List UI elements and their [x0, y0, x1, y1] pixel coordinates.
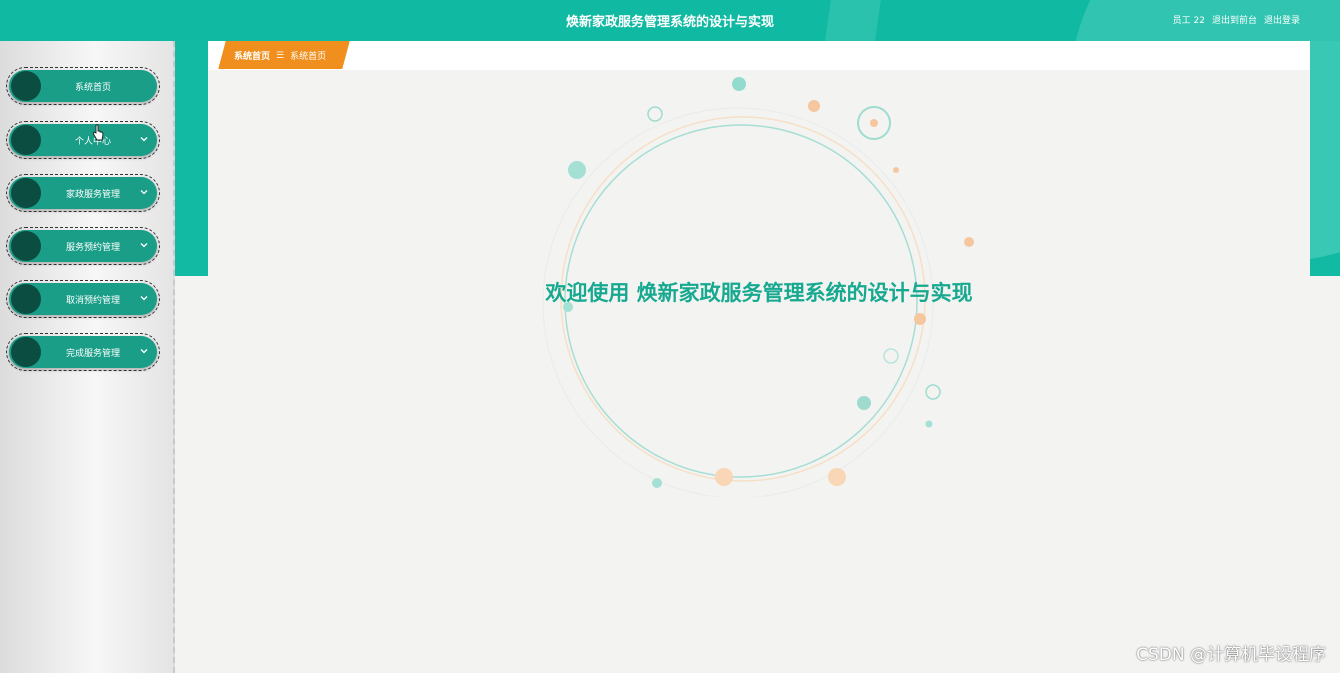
- menu-knob-icon: [11, 125, 41, 155]
- current-user: 员工 22: [1172, 16, 1205, 26]
- logout-link[interactable]: 退出登录: [1264, 13, 1300, 26]
- menu-knob-icon: [11, 71, 41, 101]
- sidebar-item-housekeeping-service[interactable]: 家政服务管理: [6, 174, 160, 212]
- sidebar-item-personal-center[interactable]: 个人中心: [6, 121, 160, 159]
- hand-cursor-icon: [93, 124, 104, 141]
- back-to-frontend-link[interactable]: 退出到前台: [1212, 13, 1257, 26]
- menu-knob-icon: [11, 284, 41, 314]
- sidebar-item-completed-service[interactable]: 完成服务管理: [6, 333, 160, 371]
- breadcrumb-separator-icon: ☰: [276, 50, 285, 61]
- chevron-down-icon: [140, 349, 148, 354]
- menu-knob-icon: [11, 178, 41, 208]
- sidebar-item-label: 系统首页: [74, 82, 111, 93]
- chevron-down-icon: [140, 243, 148, 248]
- sidebar-item-service-booking[interactable]: 服务预约管理: [6, 227, 160, 265]
- sidebar-item-cancel-booking[interactable]: 取消预约管理: [6, 280, 160, 318]
- app-title: 焕新家政服务管理系统的设计与实现: [565, 15, 774, 30]
- main-content: 系统首页 ☰ 系统首页 欢迎使用 焕新家政服务管理系统的设计与实现: [208, 41, 1310, 673]
- chevron-down-icon: [140, 296, 148, 301]
- chevron-down-icon: [140, 137, 148, 142]
- chevron-down-icon: [140, 190, 148, 195]
- watermark: CSDN @计算机毕设程序: [1136, 645, 1326, 665]
- breadcrumb-home-link[interactable]: 系统首页: [234, 49, 270, 62]
- menu-knob-icon: [11, 337, 41, 367]
- breadcrumb-current: 系统首页: [290, 52, 327, 62]
- menu-knob-icon: [11, 231, 41, 261]
- sidebar-item-label: 家政服务管理: [65, 189, 120, 200]
- breadcrumb: 系统首页 ☰ 系统首页: [234, 49, 327, 63]
- sidebar-item-home[interactable]: 系统首页: [6, 67, 160, 105]
- header-links: 员工 22 退出到前台 退出登录: [1173, 13, 1300, 26]
- sidebar-item-label: 服务预约管理: [65, 242, 120, 253]
- sidebar-item-label: 完成服务管理: [65, 348, 120, 359]
- sidebar: 系统首页 个人中心 家政服务管理 服务预约管理 取消预约管理 完成服务管理: [0, 41, 175, 673]
- top-header: 焕新家政服务管理系统的设计与实现 员工 22 退出到前台 退出登录: [0, 0, 1340, 41]
- breadcrumb-bar: 系统首页 ☰ 系统首页: [208, 41, 1310, 70]
- sidebar-item-label: 取消预约管理: [65, 295, 120, 306]
- welcome-message: 欢迎使用 焕新家政服务管理系统的设计与实现: [545, 281, 973, 305]
